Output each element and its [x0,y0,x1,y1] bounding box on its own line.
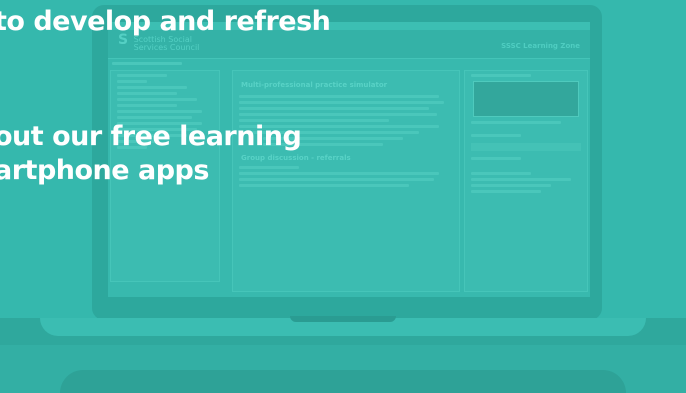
logo-line-2: Services Council [133,43,200,52]
laptop-hinge [290,316,396,322]
laptop-base-shadow [60,370,626,393]
right-sidebar [464,70,588,292]
site-brand[interactable]: SSSC Learning Zone [501,42,580,50]
hero-line-1: to develop and refresh [0,6,331,37]
site-logo[interactable]: S Scottish Social Services Council [118,32,200,52]
hero-line-2: out our free learning [0,121,302,152]
search-input[interactable] [471,143,581,151]
breadcrumb [112,62,182,65]
app-preview-image[interactable] [473,81,579,117]
logo-mark-icon: S [118,32,129,48]
main-content: Multi-professional practice simulator Gr… [232,70,460,292]
page-title: Multi-professional practice simulator [241,81,388,89]
section-title: Group discussion - referrals [241,154,351,162]
hero-line-3: artphone apps [0,155,209,186]
